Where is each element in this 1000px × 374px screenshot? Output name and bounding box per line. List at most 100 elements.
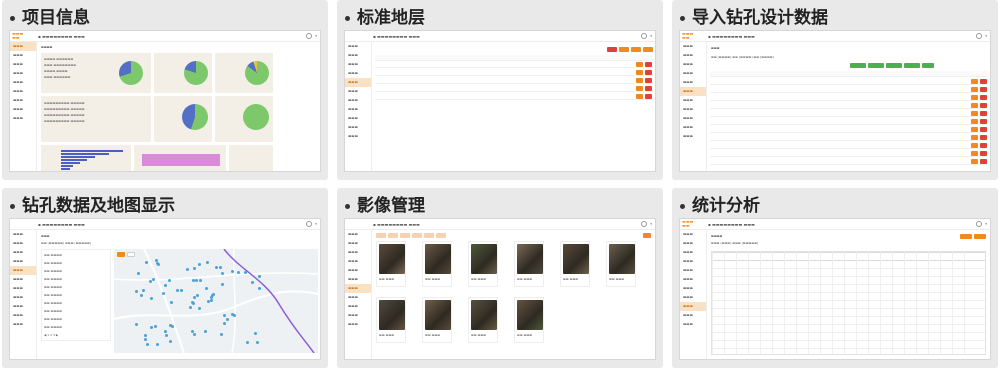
core-photo[interactable] [471,300,497,330]
sidebar-item[interactable]: ▬▬▬ [10,275,36,284]
avatar[interactable] [641,221,648,227]
delete-button[interactable] [645,70,652,75]
drill-marker[interactable] [144,260,148,264]
image-card[interactable]: ▬▬ ▬▬▬ [422,241,452,287]
sidebar-item[interactable]: ▬▬▬ [10,51,36,60]
sidebar-item[interactable]: ▬▬▬ [10,42,36,51]
drill-marker[interactable] [144,333,148,337]
avatar[interactable] [306,221,313,227]
sidebar-item[interactable]: ▬▬▬ [680,266,706,275]
sidebar-item[interactable]: ▬▬▬ [680,69,706,78]
map-layer-button[interactable] [127,252,135,257]
sidebar-item[interactable]: ▬▬▬ [345,284,371,293]
edit-button[interactable] [971,151,978,156]
sidebar-item[interactable]: ▬▬▬ [10,105,36,114]
sidebar-item[interactable]: ▬▬▬ [680,293,706,302]
sidebar-item[interactable]: ▬▬▬ [680,42,706,51]
export-button[interactable] [643,47,653,52]
table-row[interactable] [710,79,988,85]
table-row[interactable] [710,151,988,157]
filter-tab[interactable] [376,233,386,238]
filter-tab[interactable] [400,233,410,238]
table-row[interactable] [375,86,653,92]
sidebar-item[interactable]: ▬▬▬ [680,123,706,132]
drill-marker[interactable] [188,305,192,309]
sidebar-item[interactable]: ▬▬▬ [680,257,706,266]
sidebar-item[interactable]: ▬▬▬ [345,60,371,69]
sidebar-item[interactable]: ▬▬▬ [680,114,706,123]
drill-marker[interactable] [179,288,183,292]
map-layer-button[interactable] [117,252,125,257]
sidebar-item[interactable]: ▬▬▬ [680,320,706,329]
import-button[interactable] [868,63,884,68]
upload-button[interactable] [643,233,651,238]
sidebar-item[interactable]: ▬▬▬ [345,51,371,60]
add-button[interactable] [922,63,934,68]
avatar[interactable] [306,33,313,39]
edit-button[interactable] [636,78,643,83]
avatar[interactable] [976,221,983,227]
drill-marker[interactable] [203,329,207,333]
edit-button[interactable] [971,127,978,132]
sidebar-item[interactable]: ▬▬▬ [345,275,371,284]
sidebar-item[interactable]: ▬▬▬ [10,311,36,320]
edit-button[interactable] [971,159,978,164]
core-photo[interactable] [425,244,451,274]
core-photo[interactable] [425,300,451,330]
user-menu-icon[interactable]: ▾ [985,222,987,226]
sidebar-item[interactable]: ▬▬▬ [345,320,371,329]
sidebar-item[interactable]: ▬▬▬ [10,96,36,105]
drill-marker[interactable] [156,342,160,346]
sidebar-item[interactable]: ▬▬▬ [345,257,371,266]
sidebar-item[interactable]: ▬▬▬ [10,293,36,302]
delete-button[interactable] [645,78,652,83]
sidebar-item[interactable]: ▬▬▬ [10,248,36,257]
sidebar-item[interactable]: ▬▬▬ [10,60,36,69]
sidebar-item[interactable]: ▬▬▬ [10,87,36,96]
image-card[interactable]: ▬▬ ▬▬▬ [468,241,498,287]
screenshot-thumbnail[interactable]: ▪ ▬▬▬▬▬▬▬▬ ▬▬▬ ▾ ▬▬▬ ▬▬▬ ▬▬▬ ▬▬▬ ▬▬▬ ▬▬▬… [344,30,656,172]
add-button[interactable] [619,47,629,52]
sidebar-item[interactable]: ▬▬▬ [345,78,371,87]
drill-marker[interactable] [192,266,196,270]
image-card[interactable]: ▬▬ ▬▬▬ [514,297,544,343]
edit-button[interactable] [971,87,978,92]
sidebar-item[interactable]: ▬▬▬ [10,284,36,293]
image-card[interactable]: ▬▬ ▬▬▬ [376,241,406,287]
edit-button[interactable] [636,86,643,91]
sidebar-item[interactable]: ▬▬▬ [680,51,706,60]
sidebar-item[interactable]: ▬▬▬ [680,132,706,141]
import-button[interactable] [631,47,641,52]
drill-marker[interactable] [134,289,138,293]
edit-button[interactable] [636,94,643,99]
drill-marker[interactable] [149,296,153,300]
delete-button[interactable] [980,159,987,164]
core-photo[interactable] [471,244,497,274]
sidebar-item[interactable]: ▬▬▬ [345,266,371,275]
screenshot-thumbnail[interactable]: ▬▬▬ ▬▬ ▪ ▬▬▬▬▬▬▬▬ ▬▬▬ ▾ ▬▬▬ ▬▬▬ ▬▬▬ ▬▬▬ ▬… [679,218,991,360]
table-row[interactable] [710,111,988,117]
sidebar-item[interactable]: ▬▬▬ [345,311,371,320]
user-menu-icon[interactable]: ▾ [315,222,317,226]
screenshot-thumbnail[interactable]: ▬▬▬ ▬▬ ▪ ▬▬▬▬▬▬▬▬ ▬▬▬ ▾ ▬▬▬ ▬▬▬ ▬▬▬ ▬▬▬ ▬… [679,30,991,172]
sidebar-item[interactable]: ▬▬▬ [680,311,706,320]
sidebar-item[interactable]: ▬▬▬ [680,239,706,248]
user-menu-icon[interactable]: ▾ [650,222,652,226]
delete-button[interactable] [980,111,987,116]
drill-marker[interactable] [198,278,202,282]
table-row[interactable] [710,159,988,165]
user-menu-icon[interactable]: ▾ [985,34,987,38]
table-row[interactable] [710,87,988,93]
sidebar-item[interactable]: ▬▬▬ [10,302,36,311]
table-row[interactable] [710,135,988,141]
core-photo[interactable] [379,300,405,330]
query-button[interactable] [960,234,972,239]
map-view[interactable] [114,249,318,353]
screenshot-thumbnail[interactable]: ▪ ▬▬▬▬▬▬▬▬ ▬▬▬ ▾ ▬▬▬ ▬▬▬ ▬▬▬ ▬▬▬ ▬▬▬ ▬▬▬… [344,218,656,360]
delete-button[interactable] [980,87,987,92]
sidebar-item[interactable]: ▬▬▬ [10,69,36,78]
sidebar-item[interactable]: ▬▬▬ [345,239,371,248]
table-row[interactable] [710,127,988,133]
filter-tab[interactable] [412,233,422,238]
export-button[interactable] [974,234,986,239]
